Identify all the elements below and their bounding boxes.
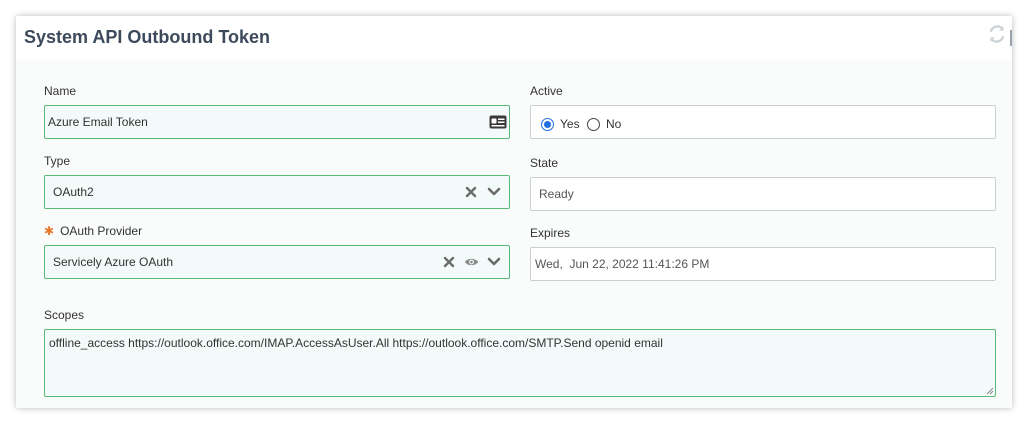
scopes-textarea[interactable]: offline_access https://outlook.office.co… [44,329,996,397]
eye-icon[interactable] [464,256,479,268]
close-icon[interactable] [443,256,455,268]
expires-label: Expires [530,226,571,240]
id-card-icon[interactable] [489,115,507,129]
name-value[interactable]: Azure Email Token [48,115,148,129]
active-no-label[interactable]: No [606,117,621,131]
token-form-card: System API Outbound Token Name Azure Ema… [16,16,1012,408]
state-label: State [530,156,559,170]
required-marker: ✱ [44,224,55,238]
page-title: System API Outbound Token [24,27,271,47]
state-field: Ready [530,177,996,211]
oauth-provider-label-text: OAuth Provider [60,224,143,238]
active-label: Active [530,84,563,98]
name-label: Name [44,84,77,98]
expires-value: Wed, Jun 22, 2022 11:41:26 PM [535,257,710,271]
active-yes-label[interactable]: Yes [560,117,580,131]
state-value: Ready [539,187,574,201]
oauth-provider-select[interactable]: Servicely Azure OAuth [44,245,510,279]
card-header: System API Outbound Token [16,16,1012,60]
chevron-down-icon[interactable] [487,187,501,197]
active-yes-option[interactable]: Yes [541,116,580,132]
scopes-value[interactable]: offline_access https://outlook.office.co… [49,336,663,350]
close-icon[interactable] [465,186,477,198]
oauth-provider-label: ✱ OAuth Provider [44,224,142,238]
active-no-option[interactable]: No [587,116,621,132]
refresh-icon[interactable] [988,25,1006,43]
name-field[interactable]: Azure Email Token [44,105,510,139]
active-radio-group: Yes No [530,105,996,139]
active-yes-radio[interactable] [541,117,554,131]
type-label: Type [44,154,71,168]
active-no-radio[interactable] [587,117,600,131]
header-edge-divider [1010,30,1012,46]
chevron-down-icon[interactable] [487,257,501,267]
oauth-provider-value[interactable]: Servicely Azure OAuth [53,255,173,269]
expires-field: Wed, Jun 22, 2022 11:41:26 PM [530,247,996,281]
type-value[interactable]: OAuth2 [53,185,94,199]
scopes-label: Scopes [44,308,85,322]
resize-grip-icon[interactable] [986,387,994,395]
type-select[interactable]: OAuth2 [44,175,510,209]
